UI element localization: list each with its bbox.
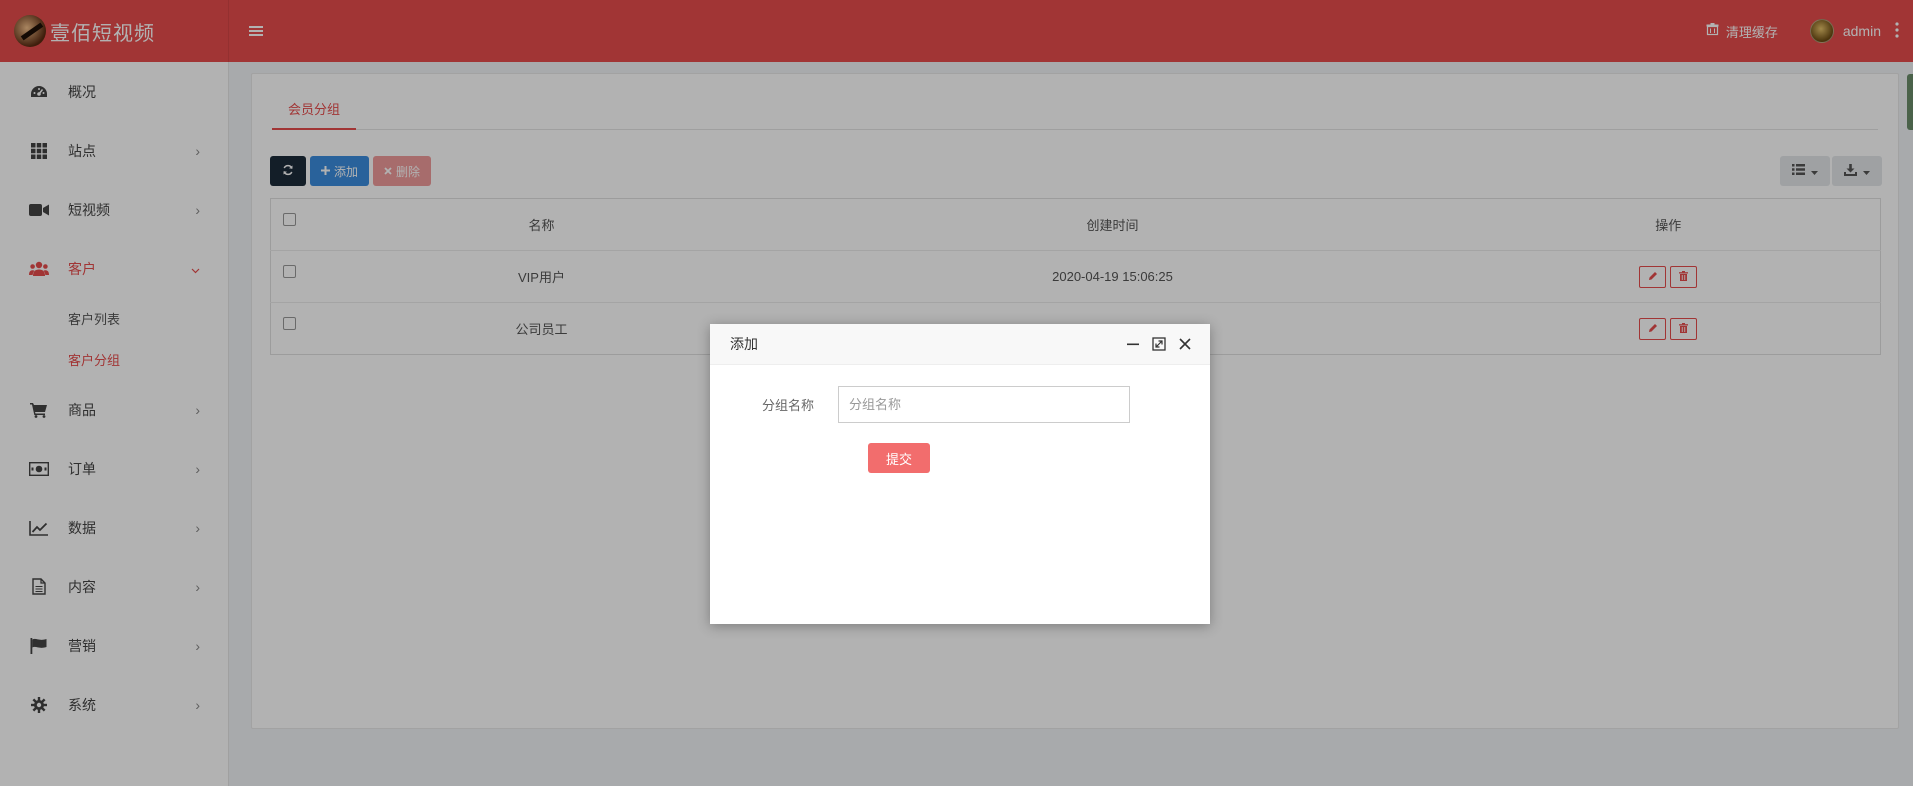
add-group-dialog: 添加 分组名称 提交 xyxy=(710,324,1210,624)
group-name-label: 分组名称 xyxy=(761,398,814,413)
dialog-header: 添加 xyxy=(710,324,1210,365)
close-icon[interactable] xyxy=(1176,335,1194,353)
minimize-icon[interactable] xyxy=(1124,335,1142,353)
submit-button[interactable]: 提交 xyxy=(868,443,930,473)
group-name-input[interactable] xyxy=(838,386,1130,423)
dialog-title: 添加 xyxy=(730,336,758,352)
form-row-group-name: 分组名称 xyxy=(710,386,1210,423)
maximize-icon[interactable] xyxy=(1150,335,1168,353)
